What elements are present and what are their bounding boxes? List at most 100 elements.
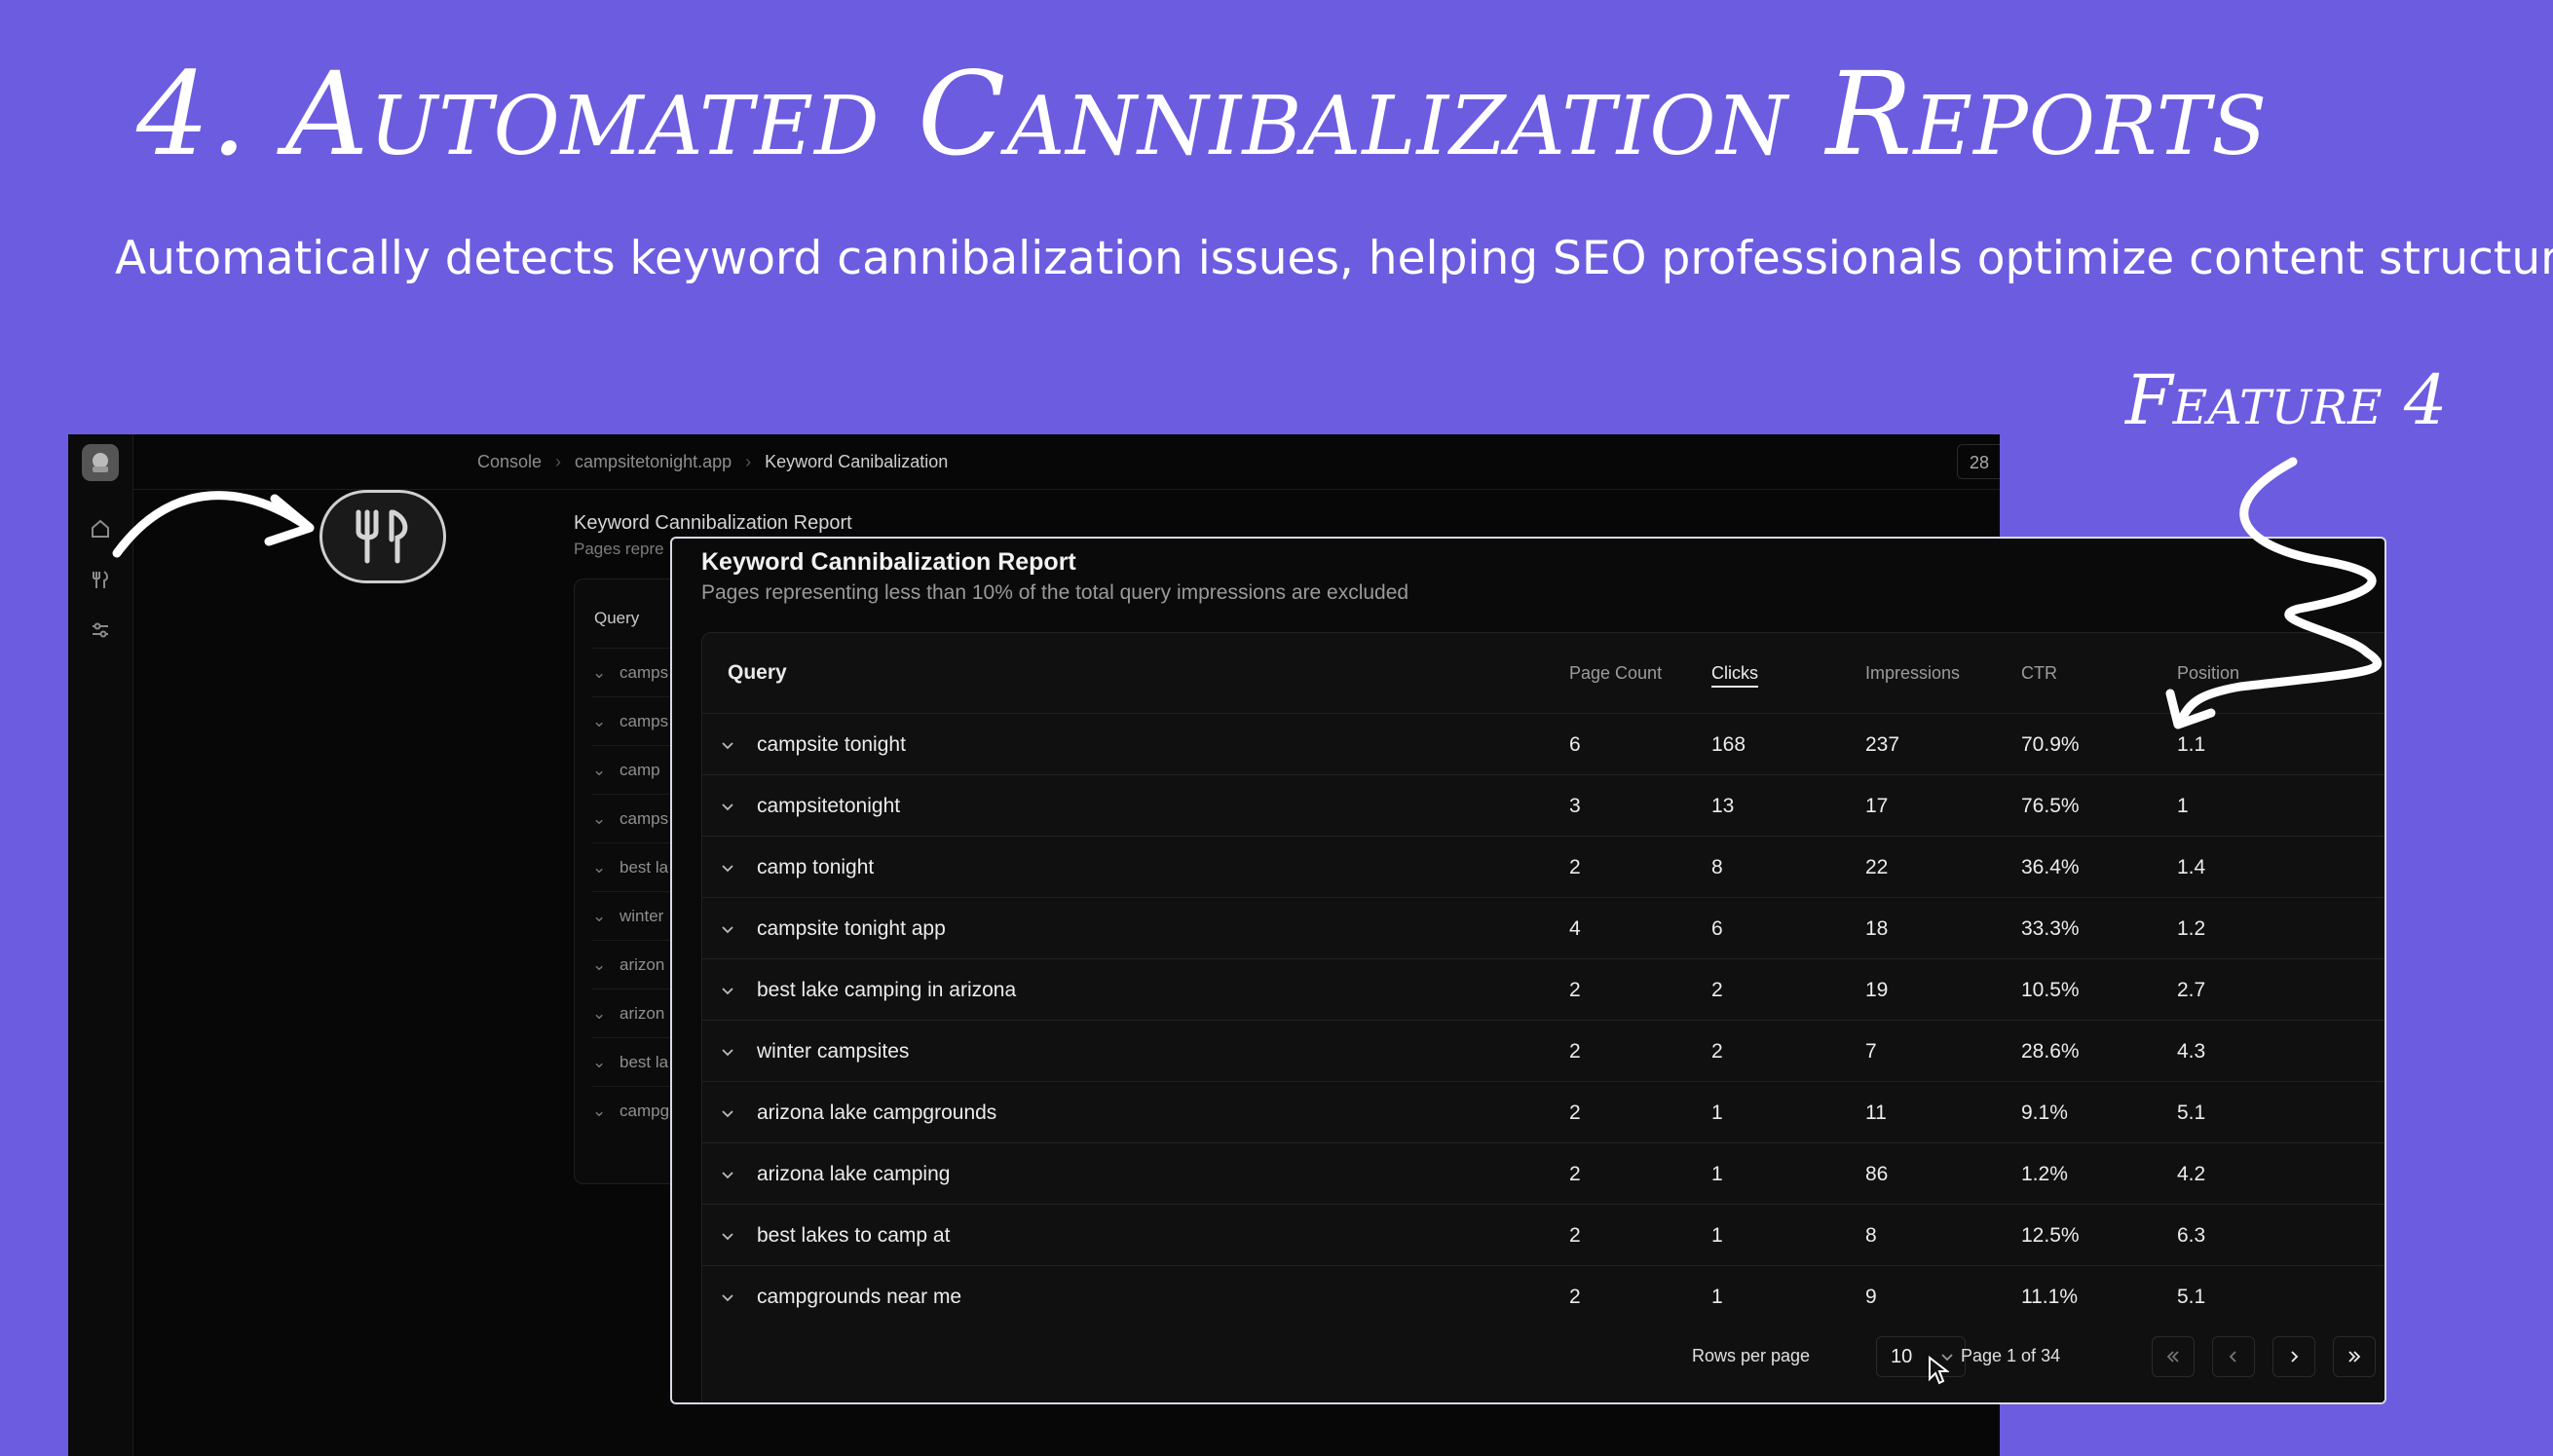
breadcrumb-separator: › (555, 452, 562, 471)
chevron-down-icon: ⌄ (592, 809, 607, 828)
chevron-down-icon[interactable] (720, 1044, 735, 1060)
cell-impressions: 11 (1865, 1101, 1887, 1124)
cell-position: 6.3 (2177, 1224, 2206, 1247)
table-row[interactable]: winter campsites 2 2 7 28.6% 4.3 (702, 1020, 2384, 1082)
cell-clicks: 1 (1711, 1224, 1723, 1247)
cell-position: 1.4 (2177, 856, 2206, 878)
cell-clicks: 13 (1711, 795, 1735, 817)
bg-row-query: arizon (619, 1004, 665, 1023)
cell-clicks: 168 (1711, 733, 1746, 756)
chevron-down-icon[interactable] (720, 1228, 735, 1244)
cell-position: 4.2 (2177, 1163, 2206, 1185)
cell-query: arizona lake camping (757, 1163, 951, 1185)
report-panel: Keyword Cannibalization Report Pages rep… (670, 537, 2386, 1404)
column-header-impressions[interactable]: Impressions (1865, 633, 1960, 713)
table-row[interactable]: camp tonight 2 8 22 36.4% 1.4 (702, 836, 2384, 898)
cell-ctr: 1.2% (2021, 1163, 2068, 1185)
cell-clicks: 8 (1711, 856, 1723, 878)
rows-per-page-label: Rows per page (1692, 1346, 1811, 1365)
cell-impressions: 237 (1865, 733, 1900, 756)
cell-query: campsite tonight (757, 733, 906, 756)
table-row[interactable]: arizona lake camping 2 1 86 1.2% 4.2 (702, 1142, 2384, 1205)
column-header-page-count[interactable]: Page Count (1569, 633, 1662, 713)
table-row[interactable]: best lake camping in arizona 2 2 19 10.5% 2.7 (702, 958, 2384, 1021)
feature-tag: Feature 4 (2125, 360, 2448, 440)
table-row[interactable]: campsitetonight 3 13 17 76.5% 1 (702, 774, 2384, 837)
bg-row-query: campg (619, 1101, 670, 1120)
chevron-down-icon: ⌄ (592, 1053, 607, 1071)
rows-per-page-select[interactable]: 10 (1876, 1336, 1966, 1377)
cell-impressions: 86 (1865, 1163, 1889, 1185)
next-page-button[interactable] (2272, 1336, 2315, 1377)
column-header-position[interactable]: Position (2177, 633, 2239, 713)
bg-row-query: camp (619, 761, 660, 779)
app-topbar: Console › campsitetonight.app › Keyword Cani… (132, 434, 2000, 490)
home-icon[interactable] (89, 518, 112, 541)
cell-position: 1 (2177, 795, 2189, 817)
cell-impressions: 7 (1865, 1040, 1877, 1063)
cell-page-count: 3 (1569, 795, 1581, 817)
cell-query: campsitetonight (757, 795, 901, 817)
breadcrumb-site[interactable]: campsitetonight.app (575, 452, 732, 471)
bg-row-query: winter (619, 907, 664, 925)
chevron-left-icon (2229, 1351, 2236, 1363)
app-sidebar (68, 434, 133, 1456)
first-page-button[interactable] (2152, 1336, 2195, 1377)
cell-query: camp tonight (757, 856, 875, 878)
chevron-down-icon[interactable] (720, 1105, 735, 1121)
bg-report-title: Keyword Cannibalization Report (574, 512, 852, 534)
cell-clicks: 1 (1711, 1163, 1723, 1185)
chevron-down-icon[interactable] (720, 799, 735, 814)
table-row[interactable]: campsite tonight 6 168 237 70.9% 1.1 (702, 713, 2384, 775)
table-row[interactable]: best lakes to camp at 2 1 8 12.5% 6.3 (702, 1204, 2384, 1266)
cell-page-count: 2 (1569, 1040, 1581, 1063)
bg-row-query: camps (619, 712, 669, 730)
column-header-clicks[interactable]: Clicks (1711, 633, 1758, 713)
mouse-cursor-icon (1929, 1356, 1949, 1385)
table-row[interactable]: arizona lake campgrounds 2 1 11 9.1% 5.1 (702, 1081, 2384, 1143)
app-logo[interactable] (82, 444, 119, 481)
column-header-ctr[interactable]: CTR (2021, 633, 2057, 713)
chevron-down-icon: ⌄ (592, 663, 607, 682)
bg-report-subtitle: Pages repre (574, 540, 664, 558)
chevron-down-icon: ⌄ (592, 907, 607, 925)
chevron-down-icon[interactable] (720, 1289, 735, 1305)
chevron-down-icon: ⌄ (592, 955, 607, 974)
column-header-query[interactable]: Query (728, 633, 787, 713)
chevron-down-icon[interactable] (720, 921, 735, 937)
chevron-down-icon[interactable] (720, 860, 735, 876)
breadcrumb-console[interactable]: Console (477, 452, 542, 471)
page-info: Page 1 of 34 (1961, 1346, 2061, 1365)
report-table: Query Page Count Clicks Impressions CTR … (701, 632, 2384, 1402)
cell-ctr: 36.4% (2021, 856, 2080, 878)
table-footer: Rows per page 10 Page 1 of 34 (702, 1317, 2384, 1395)
prev-page-button[interactable] (2212, 1336, 2255, 1377)
cell-ctr: 70.9% (2021, 733, 2080, 756)
cell-query: best lakes to camp at (757, 1224, 951, 1247)
cell-impressions: 18 (1865, 917, 1889, 940)
fork-knife-icon[interactable] (89, 569, 112, 592)
breadcrumb-separator: › (745, 452, 752, 471)
chevron-down-icon[interactable] (720, 737, 735, 753)
chevron-down-icon: ⌄ (592, 858, 607, 877)
cell-query: best lake camping in arizona (757, 979, 1017, 1001)
cell-ctr: 9.1% (2021, 1101, 2068, 1124)
cell-page-count: 2 (1569, 1101, 1581, 1124)
cell-ctr: 28.6% (2021, 1040, 2080, 1063)
cell-page-count: 2 (1569, 979, 1581, 1001)
top-badge[interactable]: 28 (1957, 444, 2000, 479)
last-page-button[interactable] (2333, 1336, 2376, 1377)
cell-position: 2.7 (2177, 979, 2206, 1001)
fork-knife-highlight (319, 490, 446, 583)
cell-position: 1.2 (2177, 917, 2206, 940)
chevron-down-icon[interactable] (720, 983, 735, 998)
cell-impressions: 8 (1865, 1224, 1877, 1247)
rows-per-page-value: 10 (1891, 1346, 1913, 1367)
cell-query: arizona lake campgrounds (757, 1101, 997, 1124)
app-logo-icon (93, 453, 108, 472)
cell-position: 5.1 (2177, 1101, 2206, 1124)
chevron-down-icon[interactable] (720, 1167, 735, 1182)
sliders-icon[interactable] (89, 619, 112, 643)
cell-impressions: 22 (1865, 856, 1889, 878)
table-row[interactable]: campsite tonight app 4 6 18 33.3% 1.2 (702, 897, 2384, 959)
